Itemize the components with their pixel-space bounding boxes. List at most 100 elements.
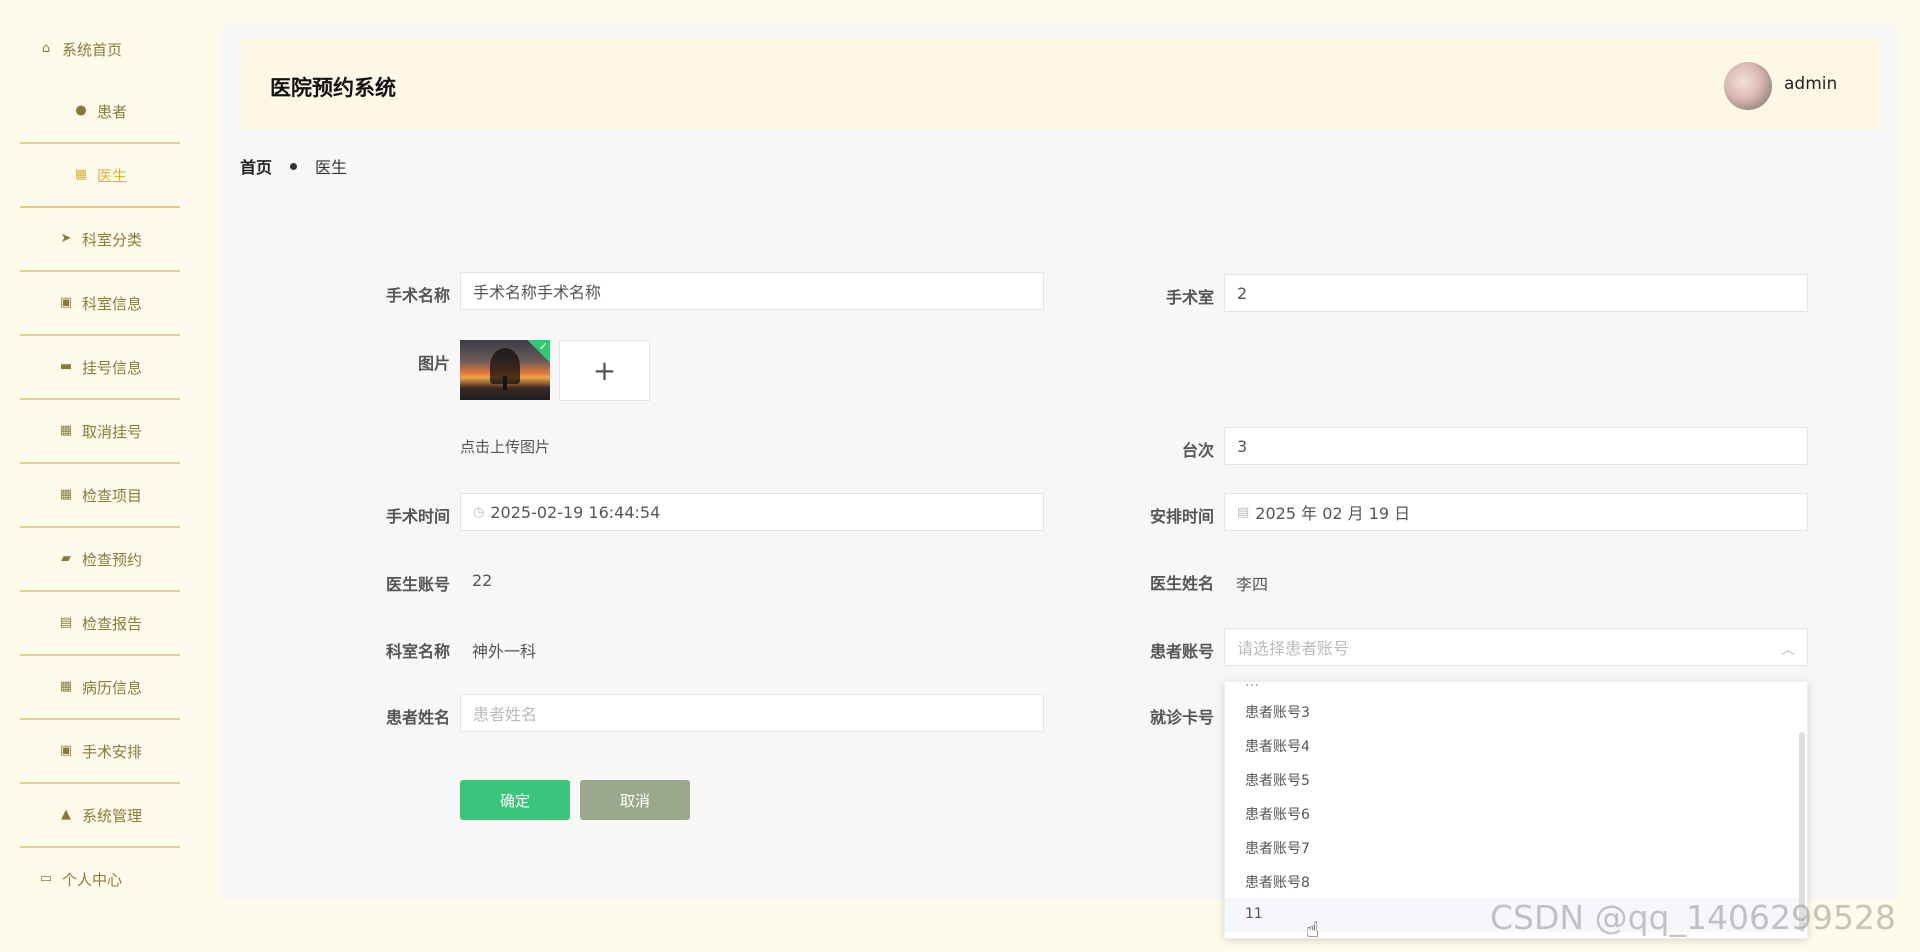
patient-account-placeholder: 请选择患者账号 [1237, 639, 1350, 658]
sidebar-item-department-category[interactable]: ➤ 科室分类 [20, 208, 180, 272]
tree-trunk [503, 376, 507, 390]
sidebar-item-label: 系统首页 [62, 40, 123, 59]
send-icon: ➤ [60, 231, 72, 246]
sidebar-item-cancel-registration[interactable]: ▦ 取消挂号 [20, 400, 180, 464]
dropdown-option[interactable]: 患者账号4 [1245, 736, 1310, 756]
user-name[interactable]: admin [1784, 74, 1837, 94]
ticket-icon: ▰ [60, 551, 71, 566]
watermark: CSDN @qq_1406299528 [1490, 898, 1896, 937]
sidebar-item-label: 科室分类 [81, 230, 142, 249]
confirm-button[interactable]: 确定 [460, 780, 570, 820]
schedule-time-value: 2025 年 02 月 19 日 [1255, 504, 1411, 523]
dropdown-option[interactable]: 患者账号7 [1245, 838, 1310, 858]
department-name-value: 神外一科 [472, 642, 537, 661]
table-no-label: 台次 [1181, 441, 1214, 460]
sidebar-item-label: 个人中心 [62, 870, 123, 889]
plus-icon: + [592, 354, 617, 387]
check-icon: ✓ [538, 340, 548, 353]
sidebar-item-label: 检查项目 [81, 486, 142, 505]
sidebar-item-medical-record[interactable]: ▦ 病历信息 [20, 656, 180, 720]
sidebar-item-exam-appointment[interactable]: ▰ 检查预约 [20, 528, 180, 592]
table-no-input[interactable]: 3 [1224, 427, 1808, 465]
breadcrumb-home[interactable]: 首页 [240, 154, 272, 178]
calendar-icon: ▤ [1237, 504, 1250, 520]
sidebar-item-registration[interactable]: ▬ 挂号信息 [20, 336, 180, 400]
card-icon: ▭ [39, 871, 53, 886]
surgery-name-value: 手术名称手术名称 [473, 283, 602, 302]
sidebar-item-label: 患者 [96, 102, 127, 121]
patient-account-label: 患者账号 [1149, 642, 1214, 661]
cancel-button[interactable]: 取消 [580, 780, 690, 820]
operating-room-value: 2 [1237, 283, 1248, 303]
clock-icon: ◷ [473, 504, 485, 520]
clipboard-icon: ▤ [59, 615, 73, 630]
sidebar-item-system-admin[interactable]: ▲ 系统管理 [20, 784, 180, 848]
dropdown-option[interactable]: 患者账号6 [1245, 804, 1310, 824]
sidebar-item-surgery-schedule[interactable]: ▣ 手术安排 [20, 720, 180, 784]
grid-icon: ▦ [59, 679, 73, 694]
grid-icon: ▦ [59, 423, 73, 438]
sidebar-item-doctor[interactable]: ▦ 医生 [20, 144, 180, 208]
sidebar-item-label: 检查预约 [81, 550, 142, 569]
schedule-time-label: 安排时间 [1149, 507, 1214, 526]
sidebar-item-department-info[interactable]: ▣ 科室信息 [20, 272, 180, 336]
upload-hint: 点击上传图片 [460, 438, 551, 456]
hand-cursor-icon: ☝ [1306, 918, 1320, 943]
department-name-label: 科室名称 [385, 642, 450, 661]
sidebar-item-profile[interactable]: ▭ 个人中心 [20, 848, 180, 910]
dropdown-option[interactable]: 患者账号3 [1245, 702, 1310, 722]
dropdown-option[interactable]: 患者账号5 [1245, 770, 1310, 790]
table-no-value: 3 [1237, 436, 1248, 456]
upload-button[interactable]: + [559, 340, 650, 401]
operating-room-input[interactable]: 2 [1224, 274, 1808, 312]
user-icon: ▲ [60, 807, 71, 822]
sidebar-item-label: 取消挂号 [81, 422, 142, 441]
patient-account-select[interactable]: 请选择患者账号 ︿ [1224, 628, 1808, 666]
image-label: 图片 [417, 354, 450, 373]
sidebar-item-label: 检查报告 [81, 614, 142, 633]
sidebar-item-label: 挂号信息 [81, 358, 142, 377]
sidebar-item-label: 手术安排 [81, 742, 142, 761]
dropdown-option[interactable]: 患者账号8 [1245, 872, 1310, 892]
patient-name-label: 患者姓名 [385, 708, 450, 727]
sidebar: ⌂ 系统首页 ● 患者 ▦ 医生 ➤ 科室分类 ▣ 科室信息 ▬ 挂号信息 ▦ … [0, 0, 200, 952]
clipboard-icon: ▣ [59, 295, 73, 310]
monitor-icon: ▬ [59, 359, 73, 374]
breadcrumb-separator [290, 162, 298, 170]
bulb-icon: ● [75, 103, 87, 118]
surgery-name-input[interactable]: 手术名称手术名称 [460, 272, 1044, 310]
doctor-name-value: 李四 [1236, 575, 1269, 594]
chevron-up-icon: ︿ [1781, 642, 1795, 658]
sidebar-item-exam-items[interactable]: ▦ 检查项目 [20, 464, 180, 528]
doctor-account-value: 22 [472, 571, 493, 590]
schedule-time-picker[interactable]: ▤ 2025 年 02 月 19 日 [1224, 493, 1808, 531]
avatar[interactable] [1724, 62, 1772, 110]
card-no-label: 就诊卡号 [1149, 708, 1214, 727]
sidebar-item-label: 科室信息 [81, 294, 142, 313]
home-icon: ⌂ [41, 41, 51, 56]
header: 医院预约系统 admin [240, 38, 1880, 130]
sidebar-item-label: 系统管理 [81, 806, 142, 825]
grid-icon: ▦ [74, 167, 88, 182]
patient-name-input[interactable]: 患者姓名 [460, 694, 1044, 732]
sidebar-item-patient[interactable]: ● 患者 [20, 80, 180, 144]
operating-room-label: 手术室 [1165, 288, 1214, 307]
sidebar-item-label: 病历信息 [81, 678, 142, 697]
surgery-time-picker[interactable]: ◷ 2025-02-19 16:44:54 [460, 493, 1044, 531]
breadcrumb-current: 医生 [315, 158, 348, 177]
patient-name-placeholder: 患者姓名 [473, 705, 538, 724]
page-title: 医院预约系统 [270, 76, 396, 100]
uploaded-image-thumbnail[interactable]: ✓ [460, 340, 550, 400]
dropdown-option-partial[interactable]: … [1245, 682, 1259, 690]
dropdown-option-label: 11 [1245, 906, 1263, 922]
sidebar-item-label: 医生 [96, 166, 127, 185]
surgery-name-label: 手术名称 [385, 286, 450, 305]
sidebar-item-exam-report[interactable]: ▤ 检查报告 [20, 592, 180, 656]
sidebar-item-home[interactable]: ⌂ 系统首页 [20, 18, 180, 80]
doctor-name-label: 医生姓名 [1149, 574, 1214, 593]
surgery-time-label: 手术时间 [385, 507, 450, 526]
surgery-time-value: 2025-02-19 16:44:54 [490, 502, 661, 522]
breadcrumb: 首页 医生 [240, 154, 347, 178]
clipboard-icon: ▣ [59, 743, 73, 758]
doctor-account-label: 医生账号 [385, 575, 450, 594]
